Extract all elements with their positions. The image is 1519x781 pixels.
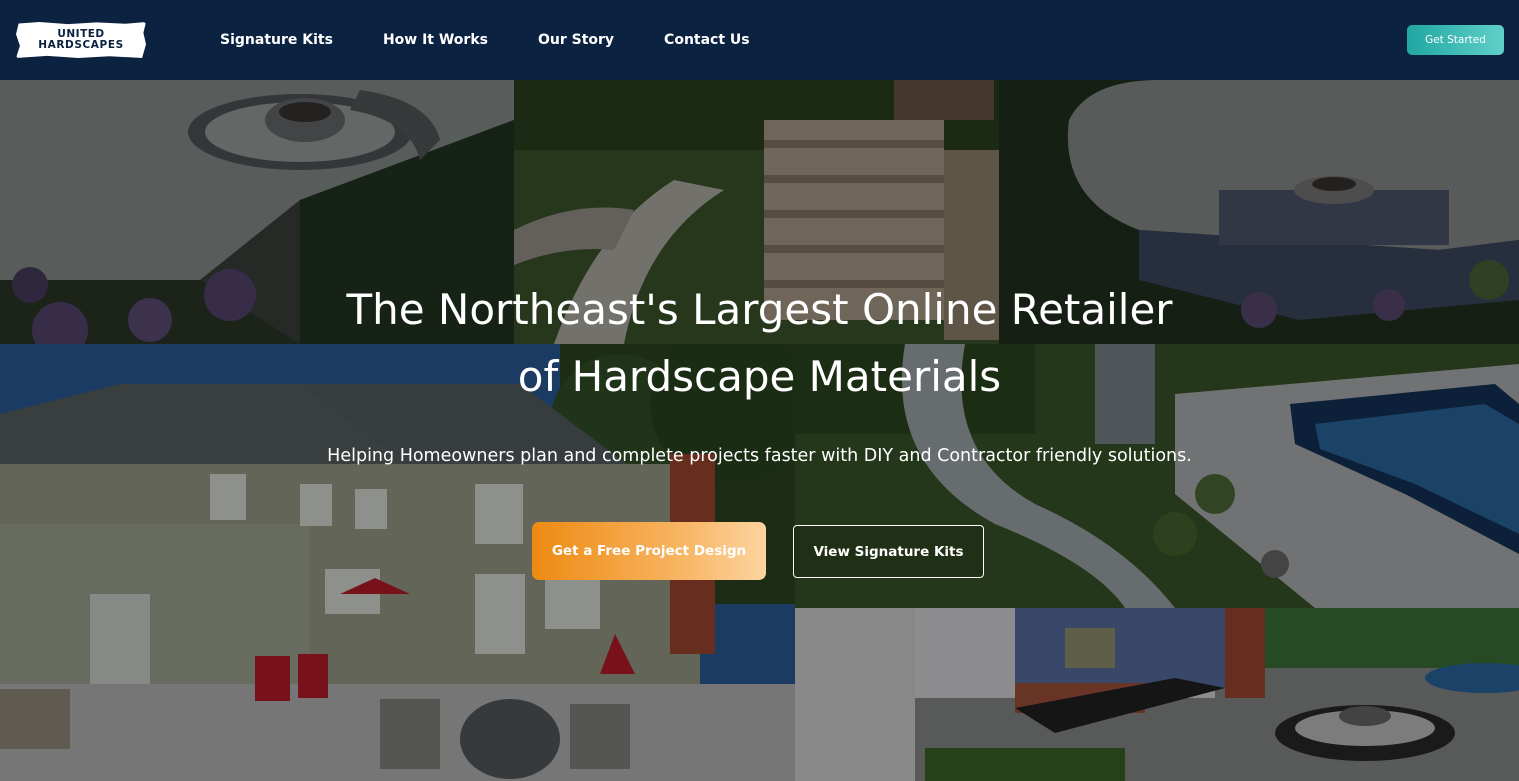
united-hardscapes-logo[interactable]: UNITED HARDSCAPES bbox=[16, 22, 146, 58]
hero-title: The Northeast's Largest Online Retailer … bbox=[0, 276, 1519, 410]
hero-title-line-2: of Hardscape Materials bbox=[517, 352, 1002, 401]
nav-item-our-story[interactable]: Our Story bbox=[538, 31, 614, 49]
free-project-design-button[interactable]: Get a Free Project Design bbox=[532, 522, 766, 580]
nav-item-how-it-works[interactable]: How It Works bbox=[383, 31, 488, 49]
hero-dark-overlay bbox=[0, 80, 1519, 781]
nav-item-contact-us[interactable]: Contact Us bbox=[664, 31, 750, 49]
view-signature-kits-button[interactable]: View Signature Kits bbox=[793, 525, 984, 578]
hero-subtitle: Helping Homeowners plan and complete pro… bbox=[327, 446, 1192, 466]
hero-section: The Northeast's Largest Online Retailer … bbox=[0, 80, 1519, 781]
hero-title-line-1: The Northeast's Largest Online Retailer bbox=[346, 285, 1173, 334]
get-started-button[interactable]: Get Started bbox=[1407, 25, 1504, 55]
logo-text-hardscapes: HARDSCAPES bbox=[38, 39, 124, 51]
main-nav: Signature Kits How It Works Our Story Co… bbox=[220, 31, 800, 49]
top-navbar: UNITED HARDSCAPES Signature Kits How It … bbox=[0, 0, 1519, 80]
nav-item-signature-kits[interactable]: Signature Kits bbox=[220, 31, 333, 49]
